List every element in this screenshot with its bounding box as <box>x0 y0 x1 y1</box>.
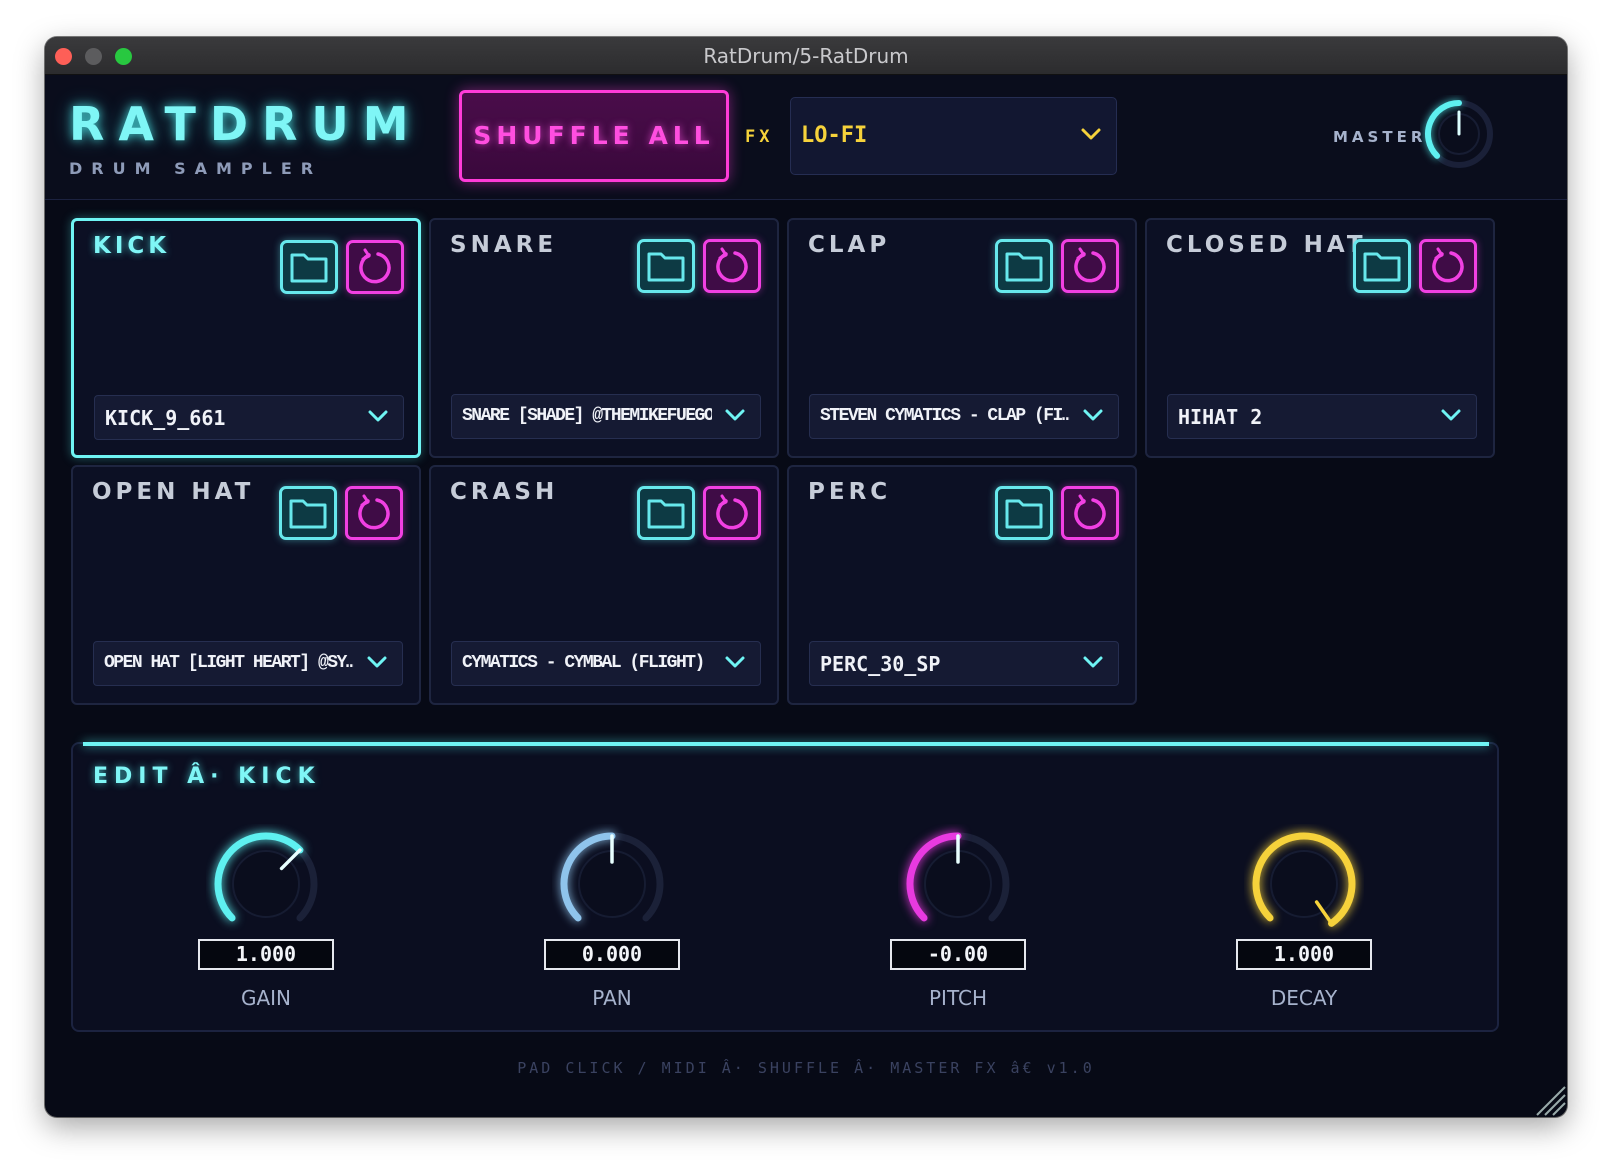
reload-icon <box>1074 494 1106 530</box>
reload-sample-button[interactable] <box>703 239 761 293</box>
reload-icon <box>716 247 748 283</box>
edit-panel-accent-line <box>83 742 1489 746</box>
reload-sample-button[interactable] <box>1061 239 1119 293</box>
sample-select-value: STEVEN CYMATICS - CLAP (FI… <box>820 406 1070 426</box>
gain-knob[interactable] <box>206 824 326 944</box>
app-subtitle: DRUM SAMPLER <box>69 159 323 178</box>
load-sample-button[interactable] <box>637 239 695 293</box>
gain-value-field[interactable]: 1.000 <box>198 939 334 970</box>
chevron-down-icon <box>1081 128 1101 140</box>
pad-name: CRASH <box>450 479 559 505</box>
pad-name: CLOSED HAT <box>1166 232 1367 258</box>
reload-sample-button[interactable] <box>703 486 761 540</box>
load-sample-button[interactable] <box>279 486 337 540</box>
pan-control: 0.000 PAN <box>512 824 712 1024</box>
master-label: MASTER <box>1333 128 1427 146</box>
master-knob[interactable] <box>1420 95 1498 173</box>
pad-perc[interactable]: PERC PERC_30_SP <box>787 465 1137 705</box>
folder-icon <box>647 252 685 282</box>
pitch-control: -0.00 PITCH <box>858 824 1058 1024</box>
decay-control: 1.000 DECAY <box>1204 824 1404 1024</box>
fx-select[interactable]: LO-FI <box>790 97 1117 175</box>
sample-select-value: OPEN HAT [LIGHT HEART] @SY… <box>104 653 354 673</box>
folder-icon <box>289 499 327 529</box>
load-sample-button[interactable] <box>280 240 338 294</box>
folder-icon <box>290 253 328 283</box>
load-sample-button[interactable] <box>995 486 1053 540</box>
sample-select-value: PERC_30_SP <box>820 652 941 676</box>
pad-name: SNARE <box>450 232 558 258</box>
folder-icon <box>1363 252 1401 282</box>
pad-clap[interactable]: CLAP STEVEN CYMATICS - CLAP (FI… <box>787 218 1137 458</box>
chevron-down-icon <box>1083 409 1103 421</box>
pan-label: PAN <box>592 986 632 1010</box>
reload-icon <box>358 494 390 530</box>
fx-label: FX <box>745 127 774 147</box>
load-sample-button[interactable] <box>1353 239 1411 293</box>
pan-value-field[interactable]: 0.000 <box>544 939 680 970</box>
app-logo: RATDRUM <box>69 97 423 151</box>
folder-icon <box>1005 252 1043 282</box>
pitch-knob[interactable] <box>898 824 1018 944</box>
title-bar: RatDrum/5-RatDrum <box>45 37 1567 75</box>
reload-sample-button[interactable] <box>1419 239 1477 293</box>
pad-closed-hat[interactable]: CLOSED HAT HIHAT 2 <box>1145 218 1495 458</box>
pad-open-hat[interactable]: OPEN HAT OPEN HAT [LIGHT HEART] @SY… <box>71 465 421 705</box>
fx-select-value: LO-FI <box>801 123 868 148</box>
header: RATDRUM DRUM SAMPLER SHUFFLE ALL FX LO-F… <box>45 75 1567 200</box>
shuffle-all-button[interactable]: SHUFFLE ALL <box>459 90 729 182</box>
footer-hint: PAD CLICK / MIDI Â· SHUFFLE Â· MASTER FX… <box>517 1059 1095 1077</box>
sample-select-value: CYMATICS - CYMBAL (FLIGHT) <box>462 653 705 673</box>
edit-panel: EDIT Â· KICK 1.000 GAIN 0.000 PAN -0.00 … <box>71 742 1499 1032</box>
sample-select[interactable]: OPEN HAT [LIGHT HEART] @SY… <box>93 641 403 686</box>
window-title: RatDrum/5-RatDrum <box>703 44 909 68</box>
gain-control: 1.000 GAIN <box>166 824 366 1024</box>
gain-label: GAIN <box>240 986 292 1010</box>
reload-sample-button[interactable] <box>345 486 403 540</box>
chevron-down-icon <box>1083 656 1103 668</box>
reload-icon <box>716 494 748 530</box>
pad-name: OPEN HAT <box>92 479 255 505</box>
chevron-down-icon <box>368 410 388 422</box>
pad-kick[interactable]: KICK KICK_9_661 <box>71 218 421 458</box>
sample-select[interactable]: SNARE [SHADE] @THEMIKEFUEGO <box>451 394 761 439</box>
pitch-label: PITCH <box>928 986 987 1010</box>
resize-grip-icon[interactable] <box>1533 1083 1567 1117</box>
pad-snare[interactable]: SNARE SNARE [SHADE] @THEMIKEFUEGO <box>429 218 779 458</box>
chevron-down-icon <box>725 656 745 668</box>
pad-crash[interactable]: CRASH CYMATICS - CYMBAL (FLIGHT) <box>429 465 779 705</box>
sample-select-value: KICK_9_661 <box>105 406 226 430</box>
edit-title: EDIT Â· KICK <box>93 764 321 789</box>
sample-select[interactable]: CYMATICS - CYMBAL (FLIGHT) <box>451 641 761 686</box>
pad-name: CLAP <box>808 232 891 258</box>
knob-body <box>1270 850 1338 918</box>
sample-select[interactable]: KICK_9_661 <box>94 395 404 440</box>
decay-knob[interactable] <box>1244 824 1364 944</box>
reload-icon <box>1074 247 1106 283</box>
chevron-down-icon <box>367 656 387 668</box>
reload-sample-button[interactable] <box>1061 486 1119 540</box>
app-window: RatDrum/5-RatDrum RATDRUM DRUM SAMPLER S… <box>45 37 1567 1117</box>
load-sample-button[interactable] <box>637 486 695 540</box>
reload-icon <box>359 248 391 284</box>
folder-icon <box>1005 499 1043 529</box>
pitch-value-field[interactable]: -0.00 <box>890 939 1026 970</box>
sample-select[interactable]: PERC_30_SP <box>809 641 1119 686</box>
chevron-down-icon <box>1441 409 1461 421</box>
pad-name: PERC <box>808 479 892 505</box>
pan-knob[interactable] <box>552 824 672 944</box>
sample-select-value: HIHAT 2 <box>1178 405 1263 429</box>
sample-select-value: SNARE [SHADE] @THEMIKEFUEGO <box>462 406 712 426</box>
reload-sample-button[interactable] <box>346 240 404 294</box>
decay-label: DECAY <box>1270 986 1338 1010</box>
sample-select[interactable]: STEVEN CYMATICS - CLAP (FI… <box>809 394 1119 439</box>
reload-icon <box>1432 247 1464 283</box>
chevron-down-icon <box>725 409 745 421</box>
pad-name: KICK <box>93 233 171 259</box>
load-sample-button[interactable] <box>995 239 1053 293</box>
decay-value-field[interactable]: 1.000 <box>1236 939 1372 970</box>
folder-icon <box>647 499 685 529</box>
sample-select[interactable]: HIHAT 2 <box>1167 394 1477 439</box>
